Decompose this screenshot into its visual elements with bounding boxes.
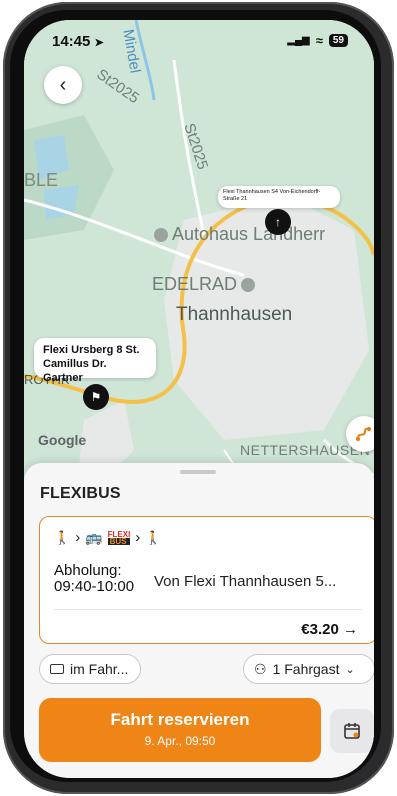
- google-attribution[interactable]: Google: [38, 432, 86, 448]
- reserve-button-time: 9. Apr., 09:50: [144, 734, 216, 748]
- origin-marker-flag-icon[interactable]: ⚑: [83, 384, 109, 410]
- destination-callout[interactable]: Flexi Thannhausen S4 Von-Eichendorff-Str…: [218, 186, 340, 208]
- flexibus-logo: FLEXI BUS: [107, 530, 131, 545]
- chevron-down-icon: ⌄: [345, 663, 355, 676]
- passenger-chip-label: 1 Fahrgast: [272, 661, 340, 677]
- pickup-info: Abholung: 09:40-10:00: [54, 563, 134, 595]
- location-arrow-icon: ➤: [94, 37, 104, 49]
- card-divider: [54, 609, 362, 610]
- pickup-time: 09:40-10:00: [54, 578, 135, 595]
- status-time: 14:45 ➤: [52, 33, 104, 50]
- sheet-title: FLEXIBUS: [40, 485, 121, 502]
- map-label-autohaus-text: Autohaus Landherr: [172, 224, 326, 244]
- pickup-label: Abholung:: [54, 562, 122, 579]
- passenger-chip[interactable]: ⚇ 1 Fahrgast ⌄: [243, 654, 374, 684]
- phone-frame: Mindel St2025 St2025 BLE Autohaus Landhe…: [0, 0, 397, 796]
- back-button[interactable]: ‹: [44, 66, 82, 104]
- flexibus-logo-bottom: BUS: [107, 537, 131, 545]
- origin-callout[interactable]: Flexi Ursberg 8 St. Camillus Dr. Gartner: [34, 338, 156, 384]
- reserve-button-label: Fahrt reservieren: [110, 710, 250, 729]
- ride-option-card[interactable]: 🚶 › 🚌 FLEXI BUS › 🚶 Abholung: 09:40-10:0…: [39, 516, 374, 644]
- cash-icon: [50, 664, 64, 674]
- walk-icon: 🚶: [54, 529, 71, 545]
- bus-icon: 🚌: [85, 529, 103, 545]
- battery-icon: 59: [328, 34, 348, 47]
- journey-steps: 🚶 › 🚌 FLEXI BUS › 🚶: [54, 529, 161, 546]
- app-screen: Mindel St2025 St2025 BLE Autohaus Landhe…: [24, 20, 374, 778]
- pickup-destination: Von Flexi Thannhausen 5...: [154, 573, 337, 590]
- status-time-text: 14:45: [52, 33, 91, 50]
- chevron-left-icon: ‹: [59, 73, 67, 96]
- bottom-sheet[interactable]: FLEXIBUS 🚶 › 🚌 FLEXI BUS › 🚶 Abholung: 0…: [24, 463, 374, 778]
- schedule-calendar-button[interactable]: [330, 709, 374, 753]
- payment-chip[interactable]: im Fahr...: [39, 654, 141, 684]
- map-label-ble: BLE: [24, 170, 59, 190]
- map-label-autohaus: Autohaus Landherr: [154, 224, 325, 245]
- route-icon[interactable]: [346, 416, 374, 452]
- step-separator: ›: [135, 529, 141, 546]
- payment-chip-label: im Fahr...: [70, 661, 129, 677]
- walk-icon: 🚶: [145, 529, 162, 545]
- wifi-icon: ≈: [315, 33, 323, 48]
- signal-icon: ▂▄▆: [287, 35, 310, 46]
- person-icon: ⚇: [254, 660, 267, 677]
- status-indicators: ▂▄▆ ≈ 59: [287, 33, 348, 48]
- map-label-thannhausen: Thannhausen: [176, 304, 293, 325]
- poi-icon: [154, 227, 168, 242]
- status-bar: 14:45 ➤ ▂▄▆ ≈ 59: [24, 20, 374, 64]
- reserve-ride-button[interactable]: Fahrt reservieren 9. Apr., 09:50: [39, 698, 321, 762]
- map-label-edelrad-text: EDELRAD: [152, 274, 238, 294]
- step-separator: ›: [75, 529, 81, 546]
- route-glyph: [356, 427, 371, 441]
- sheet-drag-handle[interactable]: [180, 470, 216, 474]
- poi-icon: [241, 277, 256, 292]
- destination-callout-text: Flexi Thannhausen S4 Von-Eichendorff-Str…: [223, 189, 321, 202]
- destination-marker-icon[interactable]: ↑: [265, 209, 291, 235]
- calendar-icon: [344, 723, 360, 739]
- map-label-edelrad: EDELRAD: [152, 274, 256, 295]
- price-link[interactable]: €3.20 →: [301, 621, 358, 638]
